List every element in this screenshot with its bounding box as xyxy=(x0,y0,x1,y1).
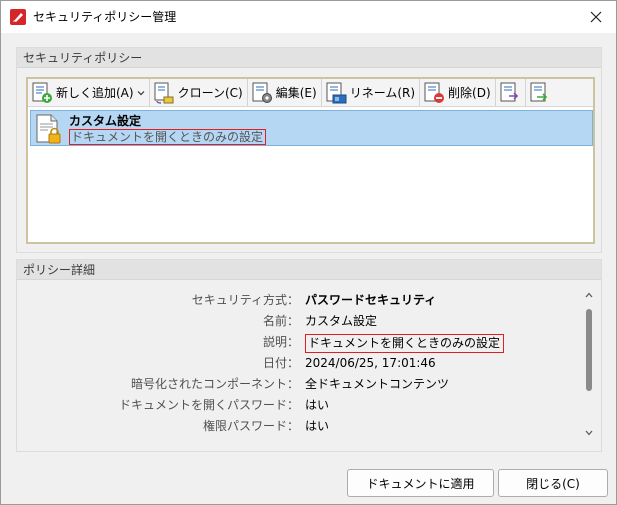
edit-button[interactable]: 編集(E) xyxy=(248,79,322,106)
detail-label: 名前 xyxy=(262,314,287,328)
delete-label: 削除(D) xyxy=(448,86,491,100)
detail-row-open-password: ドキュメントを開くパスワード ： はい xyxy=(17,395,577,416)
edit-label: 編集(E) xyxy=(275,86,317,100)
delete-button[interactable]: 削除(D) xyxy=(420,79,496,106)
import-button[interactable] xyxy=(496,79,526,106)
detail-colon: ： xyxy=(287,356,300,370)
detail-value: ドキュメントを開くときのみの設定 xyxy=(305,334,505,353)
detail-colon: ： xyxy=(287,335,300,349)
detail-row-name: 名前 ： カスタム設定 xyxy=(17,311,577,332)
add-new-label: 新しく追加(A) xyxy=(56,86,134,100)
locked-document-icon xyxy=(36,114,61,144)
details-scrollbar[interactable] xyxy=(583,289,595,438)
scroll-up-arrow[interactable] xyxy=(583,289,595,301)
detail-value: 全ドキュメントコンテンツ xyxy=(305,377,450,391)
export-document-icon xyxy=(530,82,547,101)
detail-colon: ： xyxy=(287,419,300,433)
apply-to-document-button[interactable]: ドキュメントに適用 xyxy=(347,469,494,497)
clone-document-icon xyxy=(154,82,174,104)
detail-colon: ： xyxy=(287,293,300,307)
detail-value: パスワードセキュリティ xyxy=(305,293,437,307)
detail-row-description: 説明 ： ドキュメントを開くときのみの設定 xyxy=(17,332,577,353)
policy-details-body: セキュリティ方式 ： パスワードセキュリティ 名前 ： カスタム設定 説明 ： … xyxy=(17,281,601,438)
detail-value: はい xyxy=(305,419,330,433)
edit-document-icon xyxy=(252,82,272,103)
detail-label: 暗号化されたコンポーネント xyxy=(130,377,287,391)
app-logo-icon xyxy=(10,9,26,25)
detail-label: セキュリティ方式 xyxy=(191,293,287,307)
delete-document-icon xyxy=(424,82,445,103)
window-title: セキュリティポリシー管理 xyxy=(33,10,177,24)
scroll-down-arrow[interactable] xyxy=(583,427,595,438)
chevron-up-icon xyxy=(585,292,593,298)
rename-button[interactable]: リネーム(R) xyxy=(322,79,421,106)
scroll-thumb[interactable] xyxy=(586,309,592,391)
detail-value: 2024/06/25, 17:01:46 xyxy=(305,356,436,370)
detail-label: ドキュメントを開くパスワード xyxy=(118,398,287,412)
policy-toolbar: 新しく追加(A) クローン(C) 編集(E) リネーム(R) 削除(D) xyxy=(28,79,593,107)
title-bar: セキュリティポリシー管理 xyxy=(1,1,616,33)
close-icon xyxy=(590,11,602,23)
close-button[interactable]: 閉じる(C) xyxy=(498,469,608,497)
clone-button[interactable]: クローン(C) xyxy=(150,79,248,106)
detail-label: 説明 xyxy=(262,335,287,349)
policy-details-group: ポリシー詳細 セキュリティ方式 ： パスワードセキュリティ 名前 ： カスタム設… xyxy=(16,259,602,452)
detail-colon: ： xyxy=(287,377,300,391)
import-document-icon xyxy=(500,82,518,101)
security-policy-group-header: セキュリティポリシー xyxy=(17,48,601,68)
security-policy-group: セキュリティポリシー 新しく追加(A) クローン(C) 編集(E) リネーム(R… xyxy=(16,47,602,253)
policy-list-panel: 新しく追加(A) クローン(C) 編集(E) リネーム(R) 削除(D) カスタ… xyxy=(26,77,595,244)
detail-value: カスタム設定 xyxy=(305,314,378,328)
rename-label: リネーム(R) xyxy=(349,86,416,100)
security-policy-dialog: セキュリティポリシー管理 セキュリティポリシー 新しく追加(A) クローン(C)… xyxy=(0,0,617,505)
detail-label: 権限パスワード xyxy=(202,419,287,433)
policy-details-group-header: ポリシー詳細 xyxy=(17,260,601,280)
detail-label: 日付 xyxy=(262,356,287,370)
chevron-down-icon xyxy=(137,90,145,95)
detail-value: はい xyxy=(305,398,330,412)
detail-colon: ： xyxy=(287,314,300,328)
add-new-button[interactable]: 新しく追加(A) xyxy=(28,79,150,106)
detail-row-permission-password: 権限パスワード ： はい xyxy=(17,416,577,437)
rename-document-icon xyxy=(326,82,347,103)
detail-row-security-method: セキュリティ方式 ： パスワードセキュリティ xyxy=(17,290,577,311)
detail-row-date: 日付 ： 2024/06/25, 17:01:46 xyxy=(17,353,577,374)
policy-list-item[interactable]: カスタム設定 ドキュメントを開くときのみの設定 xyxy=(30,110,593,146)
clone-label: クローン(C) xyxy=(177,86,243,100)
detail-colon: ： xyxy=(287,398,300,412)
policy-name: カスタム設定 xyxy=(69,114,142,128)
chevron-down-icon xyxy=(585,430,593,436)
policy-description: ドキュメントを開くときのみの設定 xyxy=(69,129,267,145)
add-document-icon xyxy=(32,82,52,103)
close-window-button[interactable] xyxy=(582,4,610,30)
detail-row-encrypted-components: 暗号化されたコンポーネント ： 全ドキュメントコンテンツ xyxy=(17,374,577,395)
export-button[interactable] xyxy=(526,79,555,106)
